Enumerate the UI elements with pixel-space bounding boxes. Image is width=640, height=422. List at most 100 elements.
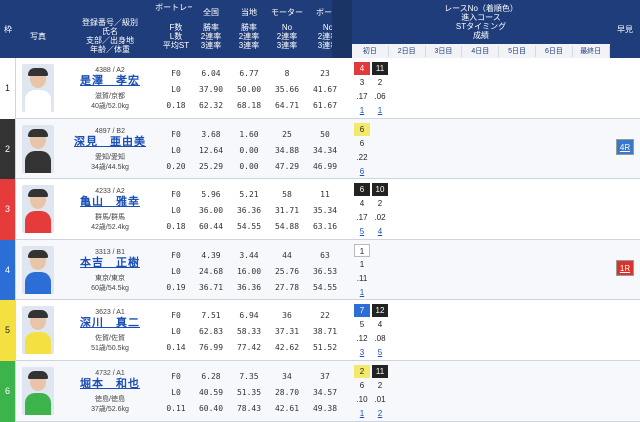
flst-value: L0: [171, 145, 181, 155]
race-badge-link[interactable]: 1R: [616, 259, 634, 276]
result-value[interactable]: 1: [354, 104, 370, 117]
racer-name-link[interactable]: 深川 真二: [60, 318, 160, 329]
result-value[interactable]: 1: [354, 407, 370, 420]
rate-value: 24.68: [198, 266, 224, 276]
racer-row: 5 3623 / A1 深川 真二 佐賀/佐賀 51歳/50.5kg F0 L0 0.14 7.…: [0, 300, 640, 361]
rate-value: 47.29: [274, 161, 300, 171]
touchi-header: 当地 勝率 2連率 3連率: [230, 0, 268, 58]
result-value[interactable]: 1: [354, 286, 370, 299]
rate-value: 60.44: [198, 222, 224, 232]
result-value: 2: [377, 199, 383, 209]
result-value: .02: [374, 213, 386, 223]
rate-value: 0.00: [239, 161, 259, 171]
flst-value: 0.18: [166, 101, 186, 110]
rate-value: 68.18: [236, 101, 262, 110]
rate-value: 58: [282, 190, 292, 200]
program-table: { "headers": { "waku": "枠", "boat_racer"…: [0, 0, 640, 422]
result-value: .17: [356, 213, 368, 223]
race-badge-link[interactable]: 4R: [616, 138, 634, 155]
rate-value: 36: [282, 311, 292, 321]
racer-name-link[interactable]: 是澤 孝宏: [60, 76, 160, 87]
flst-value: F0: [171, 69, 181, 78]
flst-value: F0: [171, 372, 181, 381]
result-value: .10: [356, 395, 368, 404]
result-value[interactable]: 4: [372, 225, 388, 238]
racer-name-link[interactable]: 本吉 正樹: [60, 257, 160, 269]
result-value: 4: [359, 199, 365, 209]
result-value[interactable]: 2: [372, 407, 388, 420]
rate-value: 22: [320, 311, 330, 321]
result-value[interactable]: 1: [372, 104, 388, 117]
waku-number: 6: [0, 361, 16, 422]
result-value: 6: [359, 138, 365, 148]
result-value[interactable]: 3: [354, 346, 370, 359]
racer-age-weight: 37歳/52.6kg: [91, 406, 129, 413]
flst-value: F0: [171, 311, 181, 321]
rate-value: 11: [320, 190, 330, 200]
result-value: 2: [377, 78, 383, 87]
result-value: 10: [372, 183, 388, 197]
rate-value: 49.38: [312, 404, 338, 413]
day-header: 4日目: [462, 46, 500, 57]
day-header-row: 初日 2日目 3日目 4日目 5日目 6日目 最終日: [352, 44, 610, 58]
rate-value: 42.62: [274, 343, 300, 353]
day-header: 最終日: [573, 46, 610, 57]
result-value[interactable]: 5: [354, 225, 370, 238]
flst-value: 0.19: [166, 282, 186, 292]
result-value[interactable]: 6: [354, 165, 370, 178]
rate-value: 50: [320, 129, 330, 139]
flst-value: F0: [171, 250, 181, 260]
rate-value: 16.00: [236, 266, 262, 276]
racer-name-link[interactable]: 亀山 雅幸: [60, 197, 160, 208]
rate-value: 35.34: [312, 206, 338, 216]
flst-value: L0: [171, 388, 181, 397]
rate-value: 12.64: [198, 145, 224, 155]
rate-value: 6.94: [239, 311, 259, 321]
rate-value: 34: [282, 372, 292, 381]
waku-header: 枠: [0, 0, 16, 58]
result-value: .17: [356, 92, 368, 101]
rate-value: 36.36: [236, 282, 262, 292]
racer-row: 2 4897 / B2 深見 亜由美 愛知/愛知 34歳/44.5kg F0 L0 0.20 3…: [0, 118, 640, 180]
rate-value: 34.57: [312, 388, 338, 397]
rate-value: 64.71: [274, 101, 300, 110]
rate-value: 36.00: [198, 206, 224, 216]
rate-value: 5.21: [239, 190, 259, 200]
racer-photo: [22, 306, 54, 355]
result-value: 6: [354, 183, 370, 197]
rate-value: 6.04: [201, 69, 221, 78]
result-value: 4: [354, 62, 370, 75]
flst-value: F0: [171, 190, 181, 200]
flst-value: L0: [171, 266, 181, 276]
result-value: .22: [356, 152, 368, 162]
flst-value: 0.11: [166, 404, 186, 413]
rate-value: 46.99: [312, 161, 338, 171]
result-value[interactable]: 5: [372, 346, 388, 359]
rate-value: 25.76: [274, 266, 300, 276]
result-value: 11: [372, 62, 388, 75]
rate-value: 51.35: [236, 388, 262, 397]
racer-name-link[interactable]: 深見 亜由美: [60, 136, 160, 148]
day-header: 6日目: [536, 46, 573, 57]
rate-value: 60.40: [198, 404, 224, 413]
rate-value: 78.43: [236, 404, 262, 413]
waku-number: 1: [0, 58, 16, 119]
waku-number: 5: [0, 300, 16, 361]
rate-value: 40.59: [198, 388, 224, 397]
race-no-header: レースNo（着順色） 進入コース STタイミング 成績: [352, 0, 610, 44]
racer-row: 4 3313 / B1 本吉 正樹 東京/東京 60歳/54.5kg F0 L0 0.19 4.…: [0, 239, 640, 301]
flst-value: L0: [171, 206, 181, 216]
result-value: .08: [374, 334, 386, 344]
rate-value: 34.88: [274, 145, 300, 155]
result-value: 1: [354, 243, 370, 257]
flst-value: L0: [171, 85, 181, 94]
result-value: .11: [356, 273, 368, 283]
rate-value: 28.70: [274, 388, 300, 397]
rate-value: 61.67: [312, 101, 338, 110]
result-value: 4: [377, 320, 383, 330]
waku-number: 3: [0, 179, 16, 240]
racer-row: 3 4233 / A2 亀山 雅幸 群馬/群馬 42歳/52.4kg F0 L0 0.18 5.…: [0, 179, 640, 240]
rate-value: 27.78: [274, 282, 300, 292]
racer-name-link[interactable]: 堀本 和也: [60, 379, 160, 390]
racer-photo: [22, 245, 54, 294]
